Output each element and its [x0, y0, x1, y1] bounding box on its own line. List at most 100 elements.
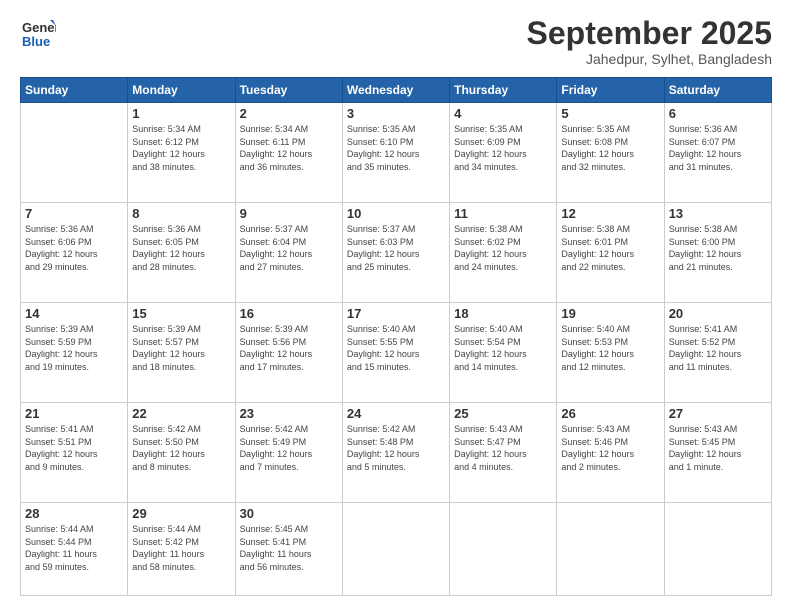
- calendar-cell: 24 Sunrise: 5:42 AM Sunset: 5:48 PM Dayli…: [342, 403, 449, 503]
- day-number: 4: [454, 106, 552, 121]
- calendar-cell: [557, 503, 664, 596]
- title-block: September 2025 Jahedpur, Sylhet, Banglad…: [527, 16, 772, 67]
- cell-info: Sunrise: 5:40 AM Sunset: 5:55 PM Dayligh…: [347, 323, 445, 373]
- cell-info: Sunrise: 5:42 AM Sunset: 5:48 PM Dayligh…: [347, 423, 445, 473]
- cell-info: Sunrise: 5:43 AM Sunset: 5:47 PM Dayligh…: [454, 423, 552, 473]
- calendar-week-3: 14 Sunrise: 5:39 AM Sunset: 5:59 PM Dayli…: [21, 303, 772, 403]
- cell-info: Sunrise: 5:37 AM Sunset: 6:04 PM Dayligh…: [240, 223, 338, 273]
- weekday-tuesday: Tuesday: [235, 78, 342, 103]
- logo: General Blue: [20, 16, 56, 52]
- calendar-cell: 10Sunrise: 5:37 AM Sunset: 6:03 PM Dayli…: [342, 203, 449, 303]
- calendar-cell: 29 Sunrise: 5:44 AM Sunset: 5:42 PM Dayli…: [128, 503, 235, 596]
- cell-info: Sunrise: 5:39 AM Sunset: 5:57 PM Dayligh…: [132, 323, 230, 373]
- day-number: 24: [347, 406, 445, 421]
- weekday-sunday: Sunday: [21, 78, 128, 103]
- day-number: 26: [561, 406, 659, 421]
- cell-info: Sunrise: 5:42 AM Sunset: 5:49 PM Dayligh…: [240, 423, 338, 473]
- day-number: 25: [454, 406, 552, 421]
- day-number: 22: [132, 406, 230, 421]
- cell-info: Sunrise: 5:38 AM Sunset: 6:00 PM Dayligh…: [669, 223, 767, 273]
- location: Jahedpur, Sylhet, Bangladesh: [527, 51, 772, 67]
- weekday-thursday: Thursday: [450, 78, 557, 103]
- day-number: 20: [669, 306, 767, 321]
- cell-info: Sunrise: 5:44 AM Sunset: 5:42 PM Dayligh…: [132, 523, 230, 573]
- month-title: September 2025: [527, 16, 772, 51]
- cell-info: Sunrise: 5:41 AM Sunset: 5:51 PM Dayligh…: [25, 423, 123, 473]
- cell-info: Sunrise: 5:34 AM Sunset: 6:12 PM Dayligh…: [132, 123, 230, 173]
- weekday-header-row: SundayMondayTuesdayWednesdayThursdayFrid…: [21, 78, 772, 103]
- calendar-cell: 5Sunrise: 5:35 AM Sunset: 6:08 PM Daylig…: [557, 103, 664, 203]
- logo-svg: General Blue: [20, 16, 56, 52]
- cell-info: Sunrise: 5:35 AM Sunset: 6:09 PM Dayligh…: [454, 123, 552, 173]
- calendar-cell: 2 Sunrise: 5:34 AM Sunset: 6:11 PM Daylig…: [235, 103, 342, 203]
- calendar-cell: 13 Sunrise: 5:38 AM Sunset: 6:00 PM Dayli…: [664, 203, 771, 303]
- cell-info: Sunrise: 5:38 AM Sunset: 6:01 PM Dayligh…: [561, 223, 659, 273]
- calendar-cell: 28 Sunrise: 5:44 AM Sunset: 5:44 PM Dayli…: [21, 503, 128, 596]
- calendar-cell: 16Sunrise: 5:39 AM Sunset: 5:56 PM Dayli…: [235, 303, 342, 403]
- calendar-cell: 22Sunrise: 5:42 AM Sunset: 5:50 PM Dayli…: [128, 403, 235, 503]
- calendar-cell: [342, 503, 449, 596]
- day-number: 12: [561, 206, 659, 221]
- calendar-cell: [450, 503, 557, 596]
- cell-info: Sunrise: 5:36 AM Sunset: 6:06 PM Dayligh…: [25, 223, 123, 273]
- day-number: 3: [347, 106, 445, 121]
- calendar-cell: 14 Sunrise: 5:39 AM Sunset: 5:59 PM Dayli…: [21, 303, 128, 403]
- day-number: 9: [240, 206, 338, 221]
- day-number: 8: [132, 206, 230, 221]
- day-number: 2: [240, 106, 338, 121]
- cell-info: Sunrise: 5:34 AM Sunset: 6:11 PM Dayligh…: [240, 123, 338, 173]
- day-number: 27: [669, 406, 767, 421]
- cell-info: Sunrise: 5:40 AM Sunset: 5:53 PM Dayligh…: [561, 323, 659, 373]
- cell-info: Sunrise: 5:41 AM Sunset: 5:52 PM Dayligh…: [669, 323, 767, 373]
- cell-info: Sunrise: 5:40 AM Sunset: 5:54 PM Dayligh…: [454, 323, 552, 373]
- svg-text:General: General: [22, 20, 56, 35]
- cell-info: Sunrise: 5:38 AM Sunset: 6:02 PM Dayligh…: [454, 223, 552, 273]
- calendar-cell: 12 Sunrise: 5:38 AM Sunset: 6:01 PM Dayli…: [557, 203, 664, 303]
- cell-info: Sunrise: 5:35 AM Sunset: 6:10 PM Dayligh…: [347, 123, 445, 173]
- cell-info: Sunrise: 5:39 AM Sunset: 5:56 PM Dayligh…: [240, 323, 338, 373]
- cell-info: Sunrise: 5:43 AM Sunset: 5:46 PM Dayligh…: [561, 423, 659, 473]
- calendar-cell: 20 Sunrise: 5:41 AM Sunset: 5:52 PM Dayli…: [664, 303, 771, 403]
- cell-info: Sunrise: 5:43 AM Sunset: 5:45 PM Dayligh…: [669, 423, 767, 473]
- svg-text:Blue: Blue: [22, 34, 50, 49]
- calendar-cell: 11 Sunrise: 5:38 AM Sunset: 6:02 PM Dayli…: [450, 203, 557, 303]
- header: General Blue September 2025 Jahedpur, Sy…: [20, 16, 772, 67]
- calendar-cell: [664, 503, 771, 596]
- day-number: 5: [561, 106, 659, 121]
- weekday-friday: Friday: [557, 78, 664, 103]
- calendar-table: SundayMondayTuesdayWednesdayThursdayFrid…: [20, 77, 772, 596]
- calendar-cell: [21, 103, 128, 203]
- cell-info: Sunrise: 5:39 AM Sunset: 5:59 PM Dayligh…: [25, 323, 123, 373]
- day-number: 7: [25, 206, 123, 221]
- day-number: 6: [669, 106, 767, 121]
- calendar-cell: 25 Sunrise: 5:43 AM Sunset: 5:47 PM Dayli…: [450, 403, 557, 503]
- calendar-cell: 15 Sunrise: 5:39 AM Sunset: 5:57 PM Dayli…: [128, 303, 235, 403]
- calendar-week-5: 28 Sunrise: 5:44 AM Sunset: 5:44 PM Dayli…: [21, 503, 772, 596]
- cell-info: Sunrise: 5:44 AM Sunset: 5:44 PM Dayligh…: [25, 523, 123, 573]
- day-number: 15: [132, 306, 230, 321]
- calendar-cell: 7 Sunrise: 5:36 AM Sunset: 6:06 PM Daylig…: [21, 203, 128, 303]
- day-number: 1: [132, 106, 230, 121]
- weekday-wednesday: Wednesday: [342, 78, 449, 103]
- calendar-cell: 23 Sunrise: 5:42 AM Sunset: 5:49 PM Dayli…: [235, 403, 342, 503]
- cell-info: Sunrise: 5:36 AM Sunset: 6:07 PM Dayligh…: [669, 123, 767, 173]
- day-number: 30: [240, 506, 338, 521]
- day-number: 21: [25, 406, 123, 421]
- calendar-cell: 9 Sunrise: 5:37 AM Sunset: 6:04 PM Daylig…: [235, 203, 342, 303]
- calendar-cell: 6 Sunrise: 5:36 AM Sunset: 6:07 PM Daylig…: [664, 103, 771, 203]
- calendar-cell: 4 Sunrise: 5:35 AM Sunset: 6:09 PM Daylig…: [450, 103, 557, 203]
- calendar-week-1: 1 Sunrise: 5:34 AM Sunset: 6:12 PM Daylig…: [21, 103, 772, 203]
- day-number: 29: [132, 506, 230, 521]
- day-number: 17: [347, 306, 445, 321]
- day-number: 14: [25, 306, 123, 321]
- weekday-saturday: Saturday: [664, 78, 771, 103]
- day-number: 28: [25, 506, 123, 521]
- calendar-body: 1 Sunrise: 5:34 AM Sunset: 6:12 PM Daylig…: [21, 103, 772, 596]
- day-number: 13: [669, 206, 767, 221]
- calendar-cell: 26 Sunrise: 5:43 AM Sunset: 5:46 PM Dayli…: [557, 403, 664, 503]
- day-number: 19: [561, 306, 659, 321]
- calendar-week-4: 21 Sunrise: 5:41 AM Sunset: 5:51 PM Dayli…: [21, 403, 772, 503]
- calendar-cell: 27 Sunrise: 5:43 AM Sunset: 5:45 PM Dayli…: [664, 403, 771, 503]
- day-number: 23: [240, 406, 338, 421]
- day-number: 11: [454, 206, 552, 221]
